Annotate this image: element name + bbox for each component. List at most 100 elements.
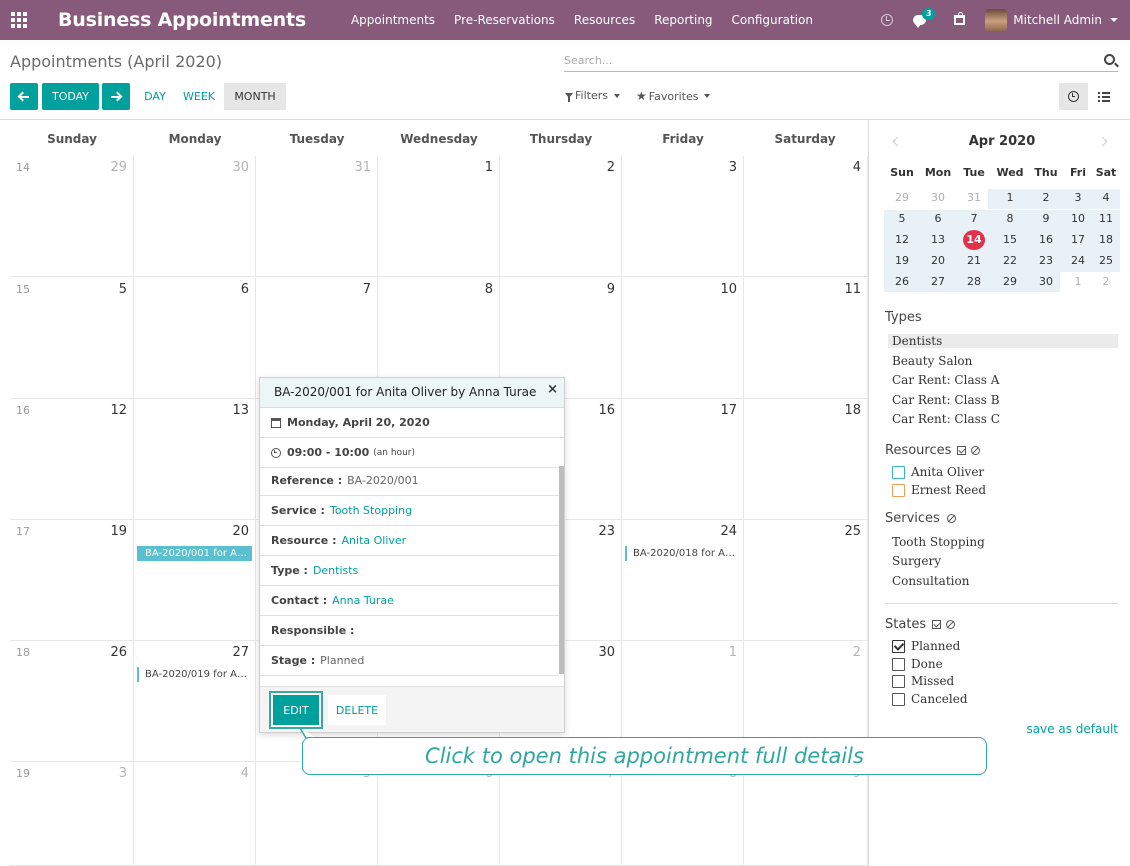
- field-value-link[interactable]: Anita Oliver: [342, 534, 407, 547]
- calendar-day-cell[interactable]: 2: [500, 156, 622, 277]
- resource-checkbox[interactable]: [892, 465, 905, 479]
- state-item-done[interactable]: Done: [892, 657, 943, 671]
- mini-day[interactable]: 18: [1092, 230, 1120, 250]
- mini-day[interactable]: 25: [1092, 251, 1120, 271]
- favorites-dropdown[interactable]: ★ Favorites: [636, 89, 711, 103]
- mini-day[interactable]: 1: [996, 188, 1024, 208]
- clear-selection-icon[interactable]: [946, 514, 956, 523]
- calendar-day-cell[interactable]: 6: [378, 762, 500, 866]
- close-icon[interactable]: ×: [547, 382, 558, 397]
- mini-day[interactable]: 9: [1032, 209, 1060, 229]
- calendar-day-cell[interactable]: 1: [378, 156, 500, 277]
- field-value-link[interactable]: Tooth Stopping: [330, 504, 412, 517]
- calendar-event[interactable]: BA-2020/018 for A…: [625, 546, 740, 561]
- mini-day[interactable]: 21: [960, 251, 988, 271]
- mini-day[interactable]: 10: [1064, 209, 1092, 229]
- calendar-day-cell[interactable]: 24: [622, 520, 744, 641]
- mini-day[interactable]: 4: [1092, 188, 1120, 208]
- edit-button[interactable]: EDIT: [273, 695, 319, 725]
- calendar-day-cell[interactable]: 13: [134, 399, 256, 520]
- calendar-day-cell[interactable]: 11: [744, 278, 868, 399]
- mini-day[interactable]: 29: [888, 188, 916, 208]
- mini-day[interactable]: 5: [888, 209, 916, 229]
- calendar-day-cell[interactable]: 4: [744, 156, 868, 277]
- field-value-link[interactable]: Dentists: [313, 564, 358, 577]
- state-item-missed[interactable]: Missed: [892, 674, 954, 688]
- messaging-menu[interactable]: 3: [913, 8, 936, 28]
- menu-appointments[interactable]: Appointments: [351, 13, 435, 27]
- select-all-icon[interactable]: [957, 446, 967, 455]
- mini-day[interactable]: 24: [1064, 251, 1092, 271]
- list-view-button[interactable]: [1089, 83, 1118, 110]
- mini-day-today[interactable]: 14: [963, 230, 985, 250]
- mini-day[interactable]: 6: [924, 209, 952, 229]
- menu-pre-reservations[interactable]: Pre-Reservations: [454, 13, 555, 27]
- calendar-event[interactable]: BA-2020/019 for A…: [137, 667, 252, 682]
- calendar-day-cell[interactable]: 8: [622, 762, 744, 866]
- state-item-planned[interactable]: Planned: [892, 639, 960, 653]
- calendar-day-cell[interactable]: 9: [744, 762, 868, 866]
- mini-day[interactable]: 13: [924, 230, 952, 250]
- search-input[interactable]: [564, 50, 1084, 70]
- calendar-day-cell[interactable]: 27: [134, 641, 256, 762]
- menu-reporting[interactable]: Reporting: [654, 13, 712, 27]
- mini-day[interactable]: 30: [1032, 272, 1060, 292]
- type-item-car-rent-a[interactable]: Car Rent: Class A: [892, 373, 999, 387]
- today-button[interactable]: TODAY: [42, 83, 99, 110]
- mini-day[interactable]: 1: [1064, 272, 1092, 292]
- mini-day[interactable]: 31: [960, 188, 988, 208]
- scale-month-button[interactable]: MONTH: [224, 83, 286, 110]
- mini-day[interactable]: 7: [960, 209, 988, 229]
- service-item-consultation[interactable]: Consultation: [892, 574, 969, 588]
- mini-day[interactable]: 11: [1092, 209, 1120, 229]
- mini-day[interactable]: 2: [1092, 272, 1120, 292]
- mini-day[interactable]: 17: [1064, 230, 1092, 250]
- state-checkbox[interactable]: [892, 657, 905, 671]
- calendar-day-cell[interactable]: 3: [10, 762, 134, 866]
- calendar-day-cell[interactable]: 20: [134, 520, 256, 641]
- search-icon[interactable]: [1104, 54, 1115, 65]
- mini-day[interactable]: 12: [888, 230, 916, 250]
- save-as-default-link[interactable]: save as default: [1026, 722, 1118, 736]
- prev-button[interactable]: [10, 83, 38, 110]
- mini-day[interactable]: 8: [996, 209, 1024, 229]
- calendar-day-cell[interactable]: 4: [134, 762, 256, 866]
- calendar-day-cell[interactable]: 31: [256, 156, 378, 277]
- calendar-day-cell[interactable]: 25: [744, 520, 868, 641]
- calendar-view-button[interactable]: [1059, 83, 1088, 110]
- select-all-icon[interactable]: [932, 620, 942, 629]
- calendar-day-cell[interactable]: 10: [622, 278, 744, 399]
- calendar-day-cell[interactable]: 3: [622, 156, 744, 277]
- calendar-day-cell[interactable]: 12: [10, 399, 134, 520]
- mini-day[interactable]: 15: [996, 230, 1024, 250]
- mini-day[interactable]: 30: [924, 188, 952, 208]
- mini-day[interactable]: 16: [1032, 230, 1060, 250]
- mini-day[interactable]: 2: [1032, 188, 1060, 208]
- mini-day[interactable]: 20: [924, 251, 952, 271]
- calendar-day-cell[interactable]: 29: [10, 156, 134, 277]
- mini-day[interactable]: 26: [888, 272, 916, 292]
- mini-day[interactable]: 29: [996, 272, 1024, 292]
- mini-day[interactable]: 23: [1032, 251, 1060, 271]
- mini-day[interactable]: 22: [996, 251, 1024, 271]
- clear-selection-icon[interactable]: [971, 446, 981, 455]
- calendar-day-cell[interactable]: 26: [10, 641, 134, 762]
- clear-selection-icon[interactable]: [946, 620, 956, 629]
- gift-icon[interactable]: [954, 12, 966, 25]
- state-item-canceled[interactable]: Canceled: [892, 692, 968, 706]
- scale-week-button[interactable]: WEEK: [176, 83, 222, 110]
- field-value-link[interactable]: Anna Turae: [332, 594, 394, 607]
- scale-day-button[interactable]: DAY: [136, 83, 174, 110]
- calendar-day-cell[interactable]: 7: [500, 762, 622, 866]
- calendar-day-cell[interactable]: 18: [744, 399, 868, 520]
- next-button[interactable]: [102, 83, 130, 110]
- mini-day[interactable]: 27: [924, 272, 952, 292]
- apps-menu-icon[interactable]: [0, 0, 38, 40]
- popover-fields[interactable]: Reference : BA-2020/001 Service : Tooth Sto…: [260, 466, 564, 688]
- mini-day[interactable]: 3: [1064, 188, 1092, 208]
- calendar-day-cell[interactable]: 5: [10, 278, 134, 399]
- filters-dropdown[interactable]: Filters: [565, 89, 620, 102]
- calendar-day-cell[interactable]: 19: [10, 520, 134, 641]
- user-menu-caret-icon[interactable]: [1110, 18, 1118, 22]
- popover-scrollbar[interactable]: [559, 466, 564, 674]
